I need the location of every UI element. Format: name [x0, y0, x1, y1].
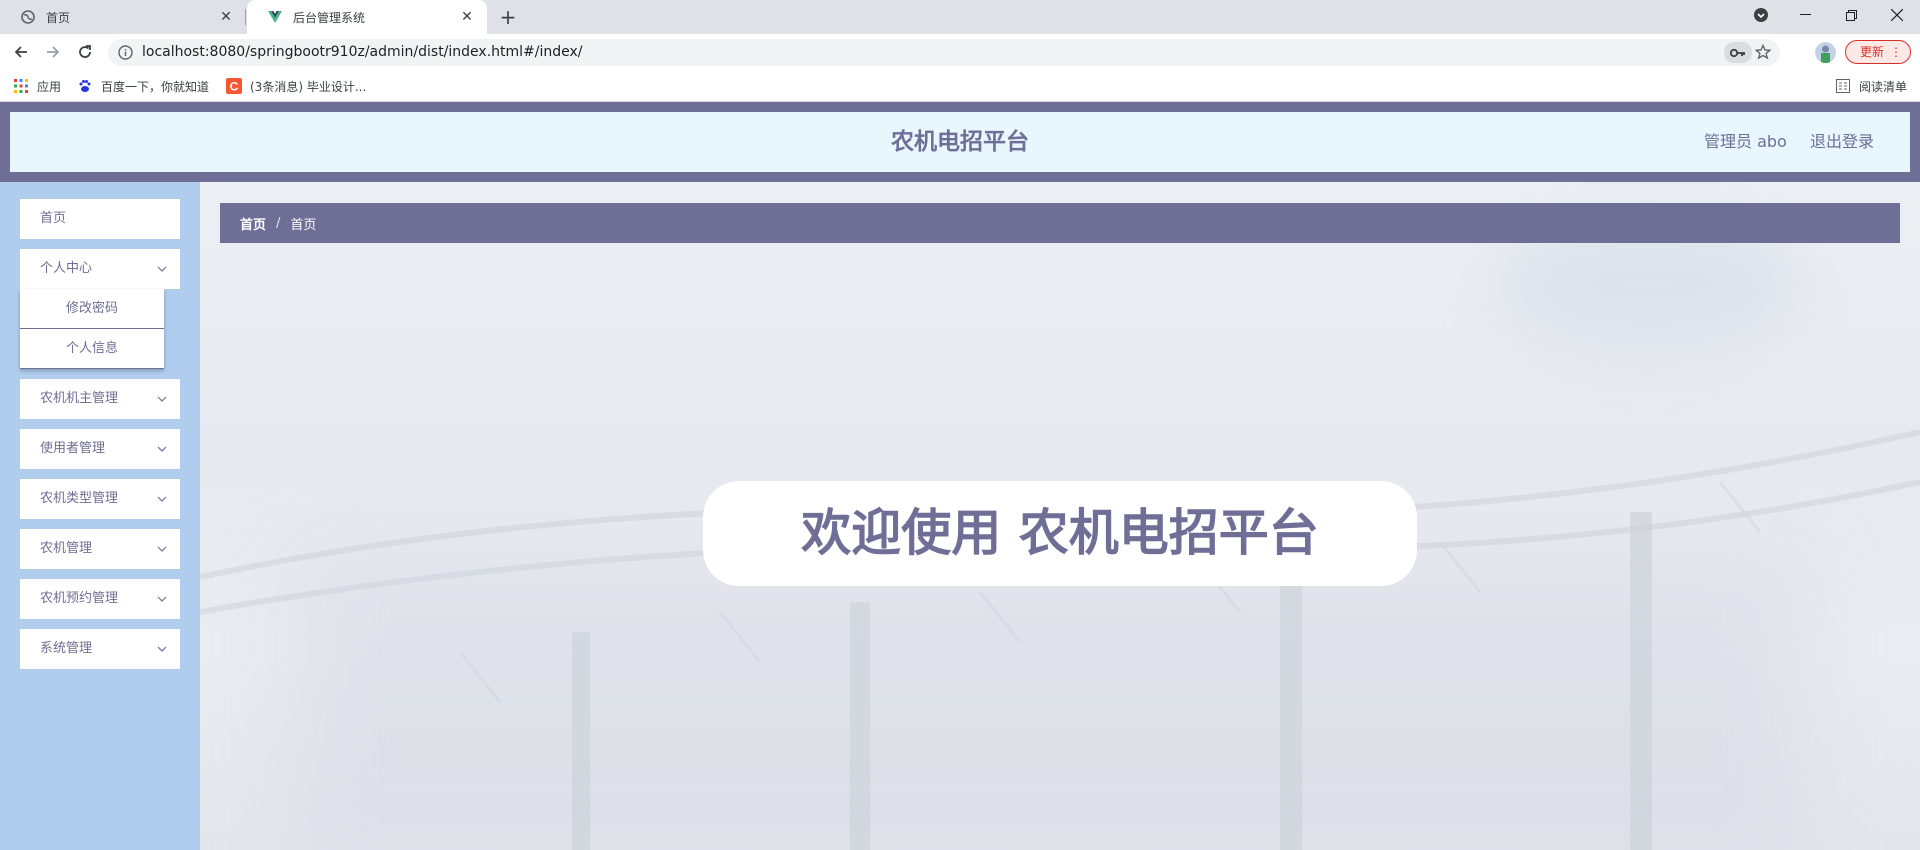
welcome-banner: 欢迎使用 农机电招平台	[703, 481, 1417, 586]
close-tab-icon[interactable]: ✕	[218, 9, 234, 25]
sidebar-item-machine-type-management[interactable]: 农机类型管理	[20, 479, 180, 519]
sidebar-item-label: 农机管理	[40, 541, 93, 556]
breadcrumb: 首页 / 首页	[220, 203, 1900, 243]
reload-icon[interactable]	[73, 40, 97, 64]
sidebar-item-machine-management[interactable]: 农机管理	[20, 529, 180, 569]
reading-list-label: 阅读清单	[1859, 79, 1908, 94]
baidu-paw-icon	[77, 78, 93, 94]
site-info-icon[interactable]	[118, 45, 133, 60]
sidebar-item-label: 农机预约管理	[40, 591, 119, 606]
sidebar-item-system-management[interactable]: 系统管理	[20, 629, 180, 669]
breadcrumb-separator: /	[276, 215, 281, 231]
sidebar-item-label: 农机机主管理	[40, 391, 119, 406]
current-user: 管理员 abo	[1704, 132, 1787, 151]
new-tab-button[interactable]: +	[496, 7, 520, 27]
minimize-icon[interactable]	[1782, 0, 1828, 30]
svg-text:C: C	[230, 80, 239, 94]
browser-tab-home[interactable]: 首页 ✕	[0, 0, 246, 34]
tab-title: 首页	[46, 10, 71, 25]
more-vert-icon: ⋮	[1890, 45, 1902, 59]
globe-icon	[20, 9, 36, 25]
key-icon[interactable]	[1724, 42, 1752, 63]
chevron-down-icon	[156, 593, 168, 605]
chevron-down-icon	[156, 543, 168, 555]
bookmark-apps[interactable]: 应用	[13, 70, 61, 102]
forward-icon[interactable]	[41, 40, 65, 64]
bookmarks-bar: 应用 百度一下，你就知道 C (3条消息) 毕业设计... 阅读清单	[0, 70, 1920, 102]
sidebar-item-label: 系统管理	[40, 641, 93, 656]
chevron-down-icon	[156, 643, 168, 655]
sidebar-item-home[interactable]: 首页	[20, 199, 180, 239]
sidebar: 首页 个人中心 修改密码 个人信息 农机机主管理 使用者管理 农机类型管理 农机…	[0, 182, 200, 850]
update-label: 更新	[1860, 45, 1885, 59]
header-inner: 农机电招平台 管理员 abo 退出登录	[10, 112, 1910, 172]
admin-app: 农机电招平台 管理员 abo 退出登录 首页 个人中心 修改密码 个人信息 农机…	[0, 102, 1920, 850]
logout-link[interactable]: 退出登录	[1810, 112, 1874, 172]
address-bar[interactable]: localhost:8080/springbootr910z/admin/dis…	[108, 39, 1780, 66]
submenu-item-change-password[interactable]: 修改密码	[20, 289, 164, 329]
bookmark-label: (3条消息) 毕业设计...	[250, 79, 367, 94]
sidebar-item-label: 使用者管理	[40, 441, 106, 456]
breadcrumb-current: 首页	[290, 217, 317, 233]
submenu-item-personal-info[interactable]: 个人信息	[20, 329, 164, 369]
chevron-down-icon	[156, 493, 168, 505]
breadcrumb-home[interactable]: 首页	[240, 214, 266, 233]
restore-icon[interactable]	[1828, 0, 1874, 30]
main-content: 首页 / 首页 欢迎使用 农机电招平台	[200, 182, 1920, 850]
submenu-personal-center: 修改密码 个人信息	[20, 289, 164, 369]
sidebar-item-label: 首页	[40, 211, 67, 226]
site-title: 农机电招平台	[891, 129, 1029, 155]
bookmark-csdn[interactable]: C (3条消息) 毕业设计...	[226, 70, 366, 102]
sidebar-item-personal-center[interactable]: 个人中心	[20, 249, 180, 289]
top-header: 农机电招平台 管理员 abo 退出登录	[0, 102, 1920, 182]
update-button[interactable]: 更新 ⋮	[1845, 40, 1911, 64]
browser-tabstrip: 首页 ✕ 后台管理系统 ✕ +	[0, 0, 1920, 34]
vue-icon	[267, 9, 283, 25]
browser-tab-admin[interactable]: 后台管理系统 ✕	[247, 0, 487, 34]
bookmark-label: 百度一下，你就知道	[101, 79, 210, 94]
sidebar-item-reservation-management[interactable]: 农机预约管理	[20, 579, 180, 619]
tab-search-icon[interactable]	[1738, 0, 1784, 30]
apps-grid-icon	[13, 78, 29, 94]
csdn-c-icon: C	[226, 78, 242, 94]
tab-title: 后台管理系统	[293, 10, 366, 25]
reading-list-icon	[1835, 78, 1851, 94]
bookmark-star-icon[interactable]	[1752, 41, 1774, 63]
chevron-down-icon	[156, 263, 168, 275]
reading-list[interactable]: 阅读清单	[1835, 70, 1907, 102]
chevron-down-icon	[156, 393, 168, 405]
bookmark-label: 应用	[37, 79, 62, 94]
sidebar-item-label: 个人中心	[40, 261, 93, 276]
sidebar-item-user-management[interactable]: 使用者管理	[20, 429, 180, 469]
sidebar-item-label: 农机类型管理	[40, 491, 119, 506]
bookmark-baidu[interactable]: 百度一下，你就知道	[77, 70, 209, 102]
browser-toolbar: localhost:8080/springbootr910z/admin/dis…	[0, 34, 1920, 70]
close-window-icon[interactable]	[1874, 0, 1920, 30]
close-tab-icon[interactable]: ✕	[459, 9, 475, 25]
url-text: localhost:8080/springbootr910z/admin/dis…	[142, 44, 583, 60]
back-icon[interactable]	[9, 40, 33, 64]
profile-avatar[interactable]	[1815, 42, 1836, 63]
chevron-down-icon	[156, 443, 168, 455]
sidebar-item-owner-management[interactable]: 农机机主管理	[20, 379, 180, 419]
